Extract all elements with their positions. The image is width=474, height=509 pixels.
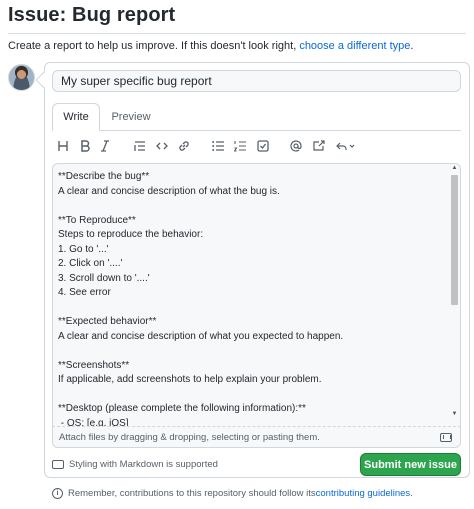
issue-body-text[interactable]: **Describe the bug** A clear and concise… — [58, 170, 448, 426]
tab-preview[interactable]: Preview — [110, 103, 152, 131]
tab-write[interactable]: Write — [52, 103, 100, 131]
intro-text: Create a report to help us improve. If t… — [8, 40, 413, 52]
issue-title-input[interactable]: My super specific bug report — [52, 70, 461, 92]
attach-files-text[interactable]: Attach files by dragging & dropping, sel… — [59, 432, 320, 443]
mention-icon[interactable] — [287, 137, 305, 155]
scroll-down-arrow-icon[interactable]: ▼ — [451, 411, 458, 417]
saved-replies-icon[interactable] — [334, 137, 358, 155]
tabs-divider — [52, 130, 461, 131]
footer-end: . — [410, 488, 413, 499]
markdown-note[interactable]: Styling with Markdown is supported — [52, 459, 218, 470]
scroll-thumb[interactable] — [451, 175, 458, 305]
avatar — [8, 64, 35, 91]
bold-icon[interactable] — [76, 137, 94, 155]
choose-type-link[interactable]: choose a different type — [299, 40, 410, 52]
info-icon: i — [52, 488, 63, 499]
page-title: Issue: Bug report — [8, 4, 176, 26]
contributing-guidelines-link[interactable]: contributing guidelines — [316, 488, 411, 499]
markdown-icon — [440, 433, 452, 442]
reference-icon[interactable] — [310, 137, 328, 155]
intro-label: Create a report to help us improve. If t… — [8, 40, 300, 52]
link-icon[interactable] — [175, 137, 193, 155]
quote-icon[interactable] — [131, 137, 149, 155]
scroll-up-arrow-icon[interactable]: ▲ — [451, 165, 458, 171]
title-divider — [8, 33, 466, 34]
markdown-icon — [52, 460, 64, 469]
footer-text: Remember, contributions to this reposito… — [68, 488, 316, 499]
editor-scrollbar[interactable]: ▲ ▼ — [450, 165, 459, 417]
unordered-list-icon[interactable] — [209, 137, 227, 155]
issue-body-textarea[interactable]: **Describe the bug** A clear and concise… — [52, 163, 461, 426]
markdown-note-text[interactable]: Styling with Markdown is supported — [69, 459, 218, 470]
intro-end: . — [410, 40, 414, 52]
editor-tabs: Write Preview — [52, 103, 461, 131]
heading-icon[interactable] — [54, 137, 72, 155]
submit-new-issue-button[interactable]: Submit new issue — [360, 453, 461, 476]
task-list-icon[interactable] — [254, 137, 272, 155]
italic-icon[interactable] — [96, 137, 114, 155]
contribution-footer: i Remember, contributions to this reposi… — [52, 488, 413, 499]
attach-files-bar[interactable]: Attach files by dragging & dropping, sel… — [52, 426, 461, 448]
markdown-toolbar — [52, 137, 461, 155]
code-icon[interactable] — [153, 137, 171, 155]
ordered-list-icon[interactable] — [231, 137, 249, 155]
